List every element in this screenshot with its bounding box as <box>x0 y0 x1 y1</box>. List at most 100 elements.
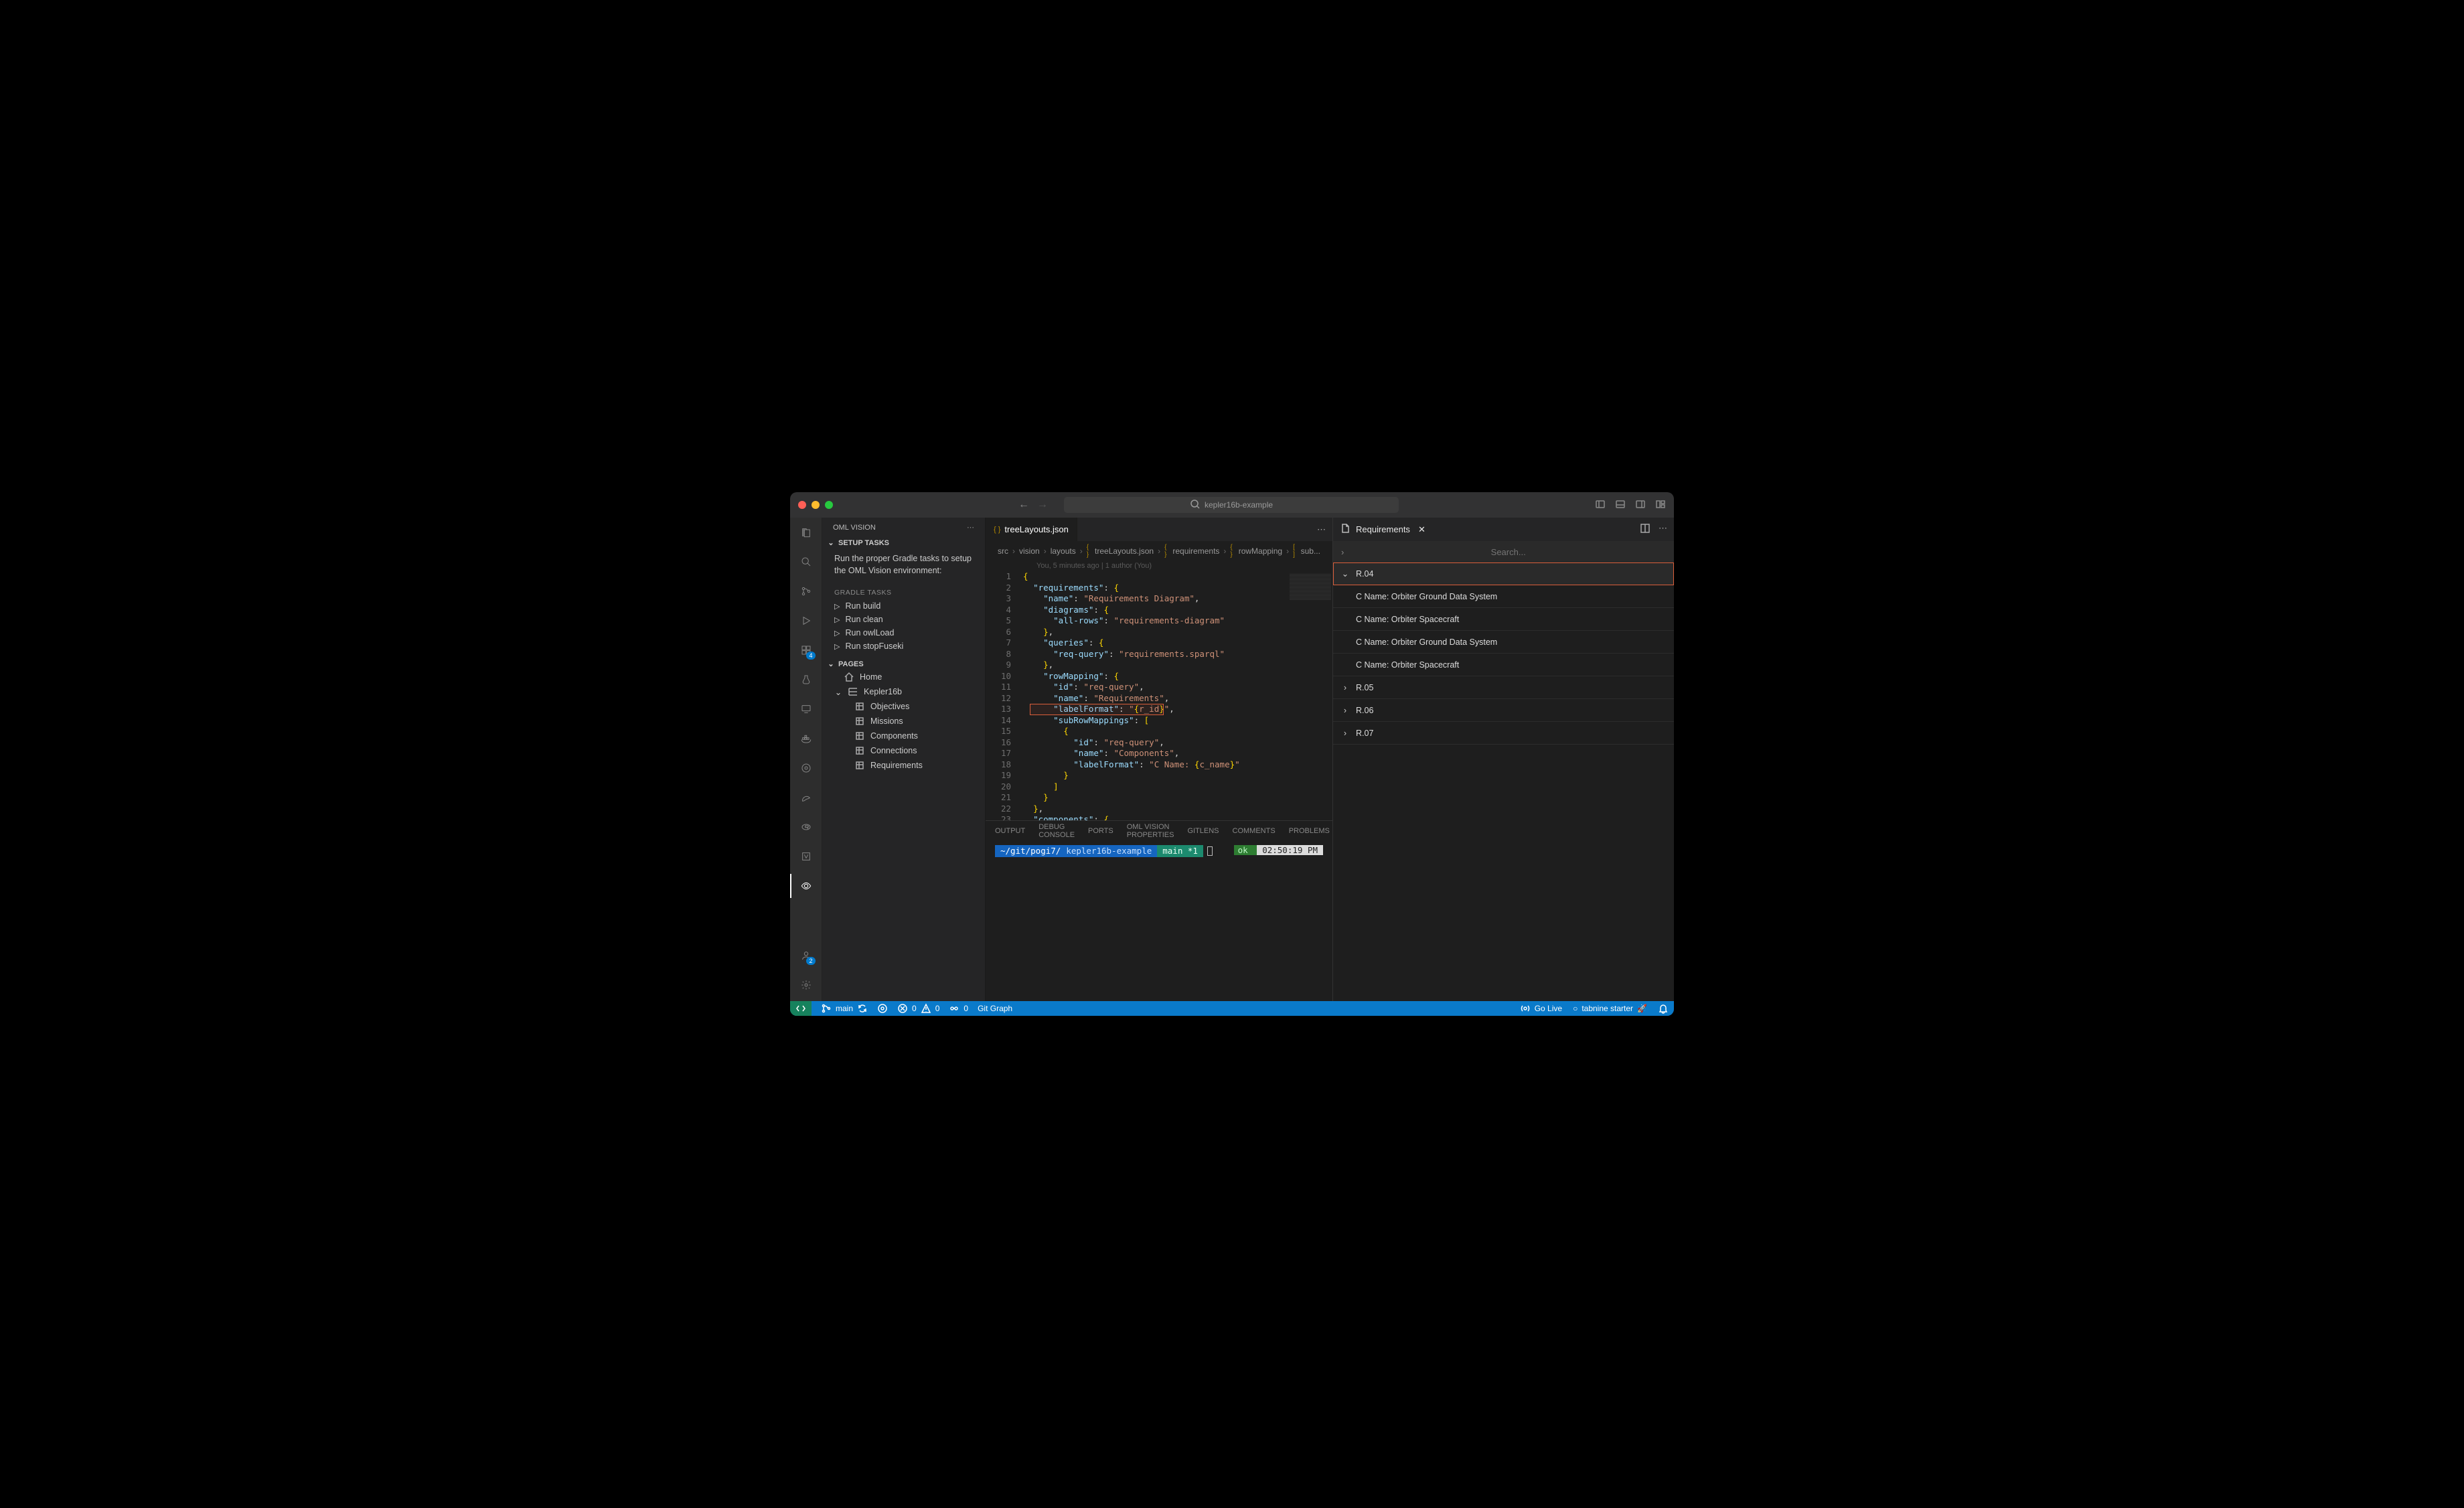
requirement-row-collapsed[interactable]: ›R.06 <box>1333 699 1674 722</box>
sync-icon[interactable] <box>857 1003 868 1014</box>
search-input[interactable] <box>1351 547 1666 557</box>
requirement-label: R.07 <box>1356 729 1373 738</box>
editor-more-icon[interactable]: ⋯ <box>1317 524 1326 535</box>
bottom-panel: OUTPUT DEBUG CONSOLE PORTS OML VISION PROPE… <box>986 820 1332 1001</box>
setup-tasks-section[interactable]: ⌄ SETUP TASKS <box>822 537 985 548</box>
extensions-icon[interactable]: 4 <box>798 642 814 658</box>
search-icon[interactable] <box>798 554 814 570</box>
requirement-child-label: C Name: Orbiter Ground Data System <box>1356 637 1497 647</box>
ports-indicator[interactable]: 0 <box>949 1003 968 1014</box>
breadcrumb-segment[interactable]: src <box>998 546 1008 556</box>
branch-indicator[interactable]: main <box>821 1003 868 1014</box>
go-live-button[interactable]: Go Live <box>1520 1003 1562 1014</box>
tabnine-indicator[interactable]: ○tabnine starter🚀 <box>1573 1004 1647 1013</box>
prompt-time: 02:50:19 PM <box>1257 845 1323 855</box>
docker-icon[interactable] <box>798 731 814 747</box>
close-tab-icon[interactable]: ✕ <box>1418 524 1426 535</box>
page-icon <box>854 701 865 712</box>
azure-icon[interactable] <box>798 848 814 864</box>
chevron-right-icon: › <box>1341 729 1349 738</box>
toggle-panel-icon[interactable] <box>1615 499 1626 512</box>
primary-sidebar: OML VISION ⋯ ⌄ SETUP TASKS Run the prope… <box>822 518 986 1001</box>
json-array-icon: [ ] <box>1293 544 1297 558</box>
requirement-row-expanded[interactable]: ⌄ R.04 <box>1333 562 1674 585</box>
breadcrumb-segment[interactable]: treeLayouts.json <box>1095 546 1154 556</box>
page-missions[interactable]: Missions <box>822 714 985 729</box>
gitlens-indicator[interactable] <box>877 1003 888 1014</box>
gradle-task-run-owlload[interactable]: ▷Run owlLoad <box>822 626 985 639</box>
chevron-right-icon[interactable]: › <box>1341 547 1344 557</box>
panel-tab-oml-vision-properties[interactable]: OML VISION PROPERTIES <box>1127 819 1174 843</box>
page-connections[interactable]: Connections <box>822 743 985 758</box>
toggle-secondary-sidebar-icon[interactable] <box>1635 499 1646 512</box>
panel-tab-debug-console[interactable]: DEBUG CONSOLE <box>1038 819 1075 843</box>
requirement-row-collapsed[interactable]: ›R.05 <box>1333 676 1674 699</box>
activity-bar: 4 2 <box>790 518 822 1001</box>
json-brace-icon: { } <box>1164 544 1168 558</box>
panel-tab-comments[interactable]: COMMENTS <box>1233 823 1276 839</box>
pages-section[interactable]: ⌄ PAGES <box>822 658 985 670</box>
gitlens-icon[interactable] <box>798 760 814 776</box>
chevron-down-icon: ⌄ <box>834 687 842 697</box>
oml-vision-icon[interactable] <box>798 878 814 894</box>
page-objectives[interactable]: Objectives <box>822 699 985 714</box>
code-editor[interactable]: 1 2 3 4 5 6 7 8 9 10 11 12 13 14 15 16 1… <box>986 571 1332 820</box>
accounts-icon[interactable]: 2 <box>798 948 814 964</box>
nav-forward-button[interactable]: → <box>1037 499 1048 511</box>
gradle-icon[interactable] <box>798 789 814 806</box>
editor-tab-treelayouts[interactable]: { } treeLayouts.json <box>986 518 1077 541</box>
code-content[interactable]: { "requirements": { "name": "Requirement… <box>1023 571 1332 820</box>
explorer-icon[interactable] <box>798 524 814 540</box>
gradle-task-run-build[interactable]: ▷Run build <box>822 599 985 613</box>
requirement-row-collapsed[interactable]: › R.07 <box>1333 722 1674 745</box>
panel-tab-problems[interactable]: PROBLEMS <box>1289 823 1330 839</box>
requirements-tab[interactable]: Requirements ✕ ⋯ <box>1333 518 1674 541</box>
requirement-child-row[interactable]: C Name: Orbiter Spacecraft <box>1333 608 1674 631</box>
git-graph-button[interactable]: Git Graph <box>978 1004 1012 1013</box>
breadcrumb[interactable]: src›vision›layouts›{ }treeLayouts.json›{… <box>986 541 1332 561</box>
settings-gear-icon[interactable] <box>798 977 814 993</box>
test-icon[interactable] <box>798 672 814 688</box>
breadcrumb-segment[interactable]: requirements <box>1172 546 1219 556</box>
nav-arrows: ← → <box>1018 499 1048 511</box>
line-number-gutter: 1 2 3 4 5 6 7 8 9 10 11 12 13 14 15 16 1… <box>986 571 1023 820</box>
page-components[interactable]: Components <box>822 729 985 743</box>
breadcrumb-segment[interactable]: rowMapping <box>1239 546 1282 556</box>
panel-tab-ports[interactable]: PORTS <box>1088 823 1113 839</box>
ports-count: 0 <box>964 1004 968 1013</box>
gradle-task-run-clean[interactable]: ▷Run clean <box>822 613 985 626</box>
prompt-branch: main *1 <box>1157 845 1203 857</box>
source-control-icon[interactable] <box>798 583 814 599</box>
panel-tab-gitlens[interactable]: GITLENS <box>1187 823 1219 839</box>
command-center[interactable]: kepler16b-example <box>1064 497 1399 513</box>
page-root[interactable]: ⌄ Kepler16b <box>822 684 985 699</box>
customize-layout-icon[interactable] <box>1655 499 1666 512</box>
breadcrumb-segment[interactable]: layouts <box>1051 546 1076 556</box>
sidebar-more-icon[interactable]: ⋯ <box>967 523 974 532</box>
remote-indicator[interactable] <box>790 1001 812 1016</box>
requirement-child-row[interactable]: C Name: Orbiter Ground Data System <box>1333 585 1674 608</box>
page-home[interactable]: Home <box>822 670 985 684</box>
terminal-body[interactable]: ~/git/pogi7/kepler16b-example main *1 ok… <box>986 841 1332 1001</box>
run-debug-icon[interactable] <box>798 613 814 629</box>
gradle-task-run-stopfuseki[interactable]: ▷Run stopFuseki <box>822 639 985 653</box>
breadcrumb-segment[interactable]: sub... <box>1301 546 1320 556</box>
r-extension-icon[interactable] <box>798 819 814 835</box>
panel-more-icon[interactable]: ⋯ <box>1659 523 1667 536</box>
play-icon: ▷ <box>834 629 840 637</box>
problems-indicator[interactable]: 0 0 <box>897 1003 939 1014</box>
minimize-window-button[interactable] <box>812 501 820 509</box>
page-requirements[interactable]: Requirements <box>822 758 985 773</box>
nav-back-button[interactable]: ← <box>1018 499 1029 511</box>
panel-tab-output[interactable]: OUTPUT <box>995 823 1025 839</box>
maximize-window-button[interactable] <box>825 501 833 509</box>
breadcrumb-segment[interactable]: vision <box>1019 546 1040 556</box>
close-window-button[interactable] <box>798 501 806 509</box>
requirement-child-row[interactable]: C Name: Orbiter Ground Data System <box>1333 631 1674 654</box>
split-editor-icon[interactable] <box>1640 523 1650 536</box>
notifications-icon[interactable] <box>1658 1003 1669 1014</box>
toggle-primary-sidebar-icon[interactable] <box>1595 499 1606 512</box>
page-root-label: Kepler16b <box>864 687 902 696</box>
requirement-child-row[interactable]: C Name: Orbiter Spacecraft <box>1333 654 1674 676</box>
remote-explorer-icon[interactable] <box>798 701 814 717</box>
